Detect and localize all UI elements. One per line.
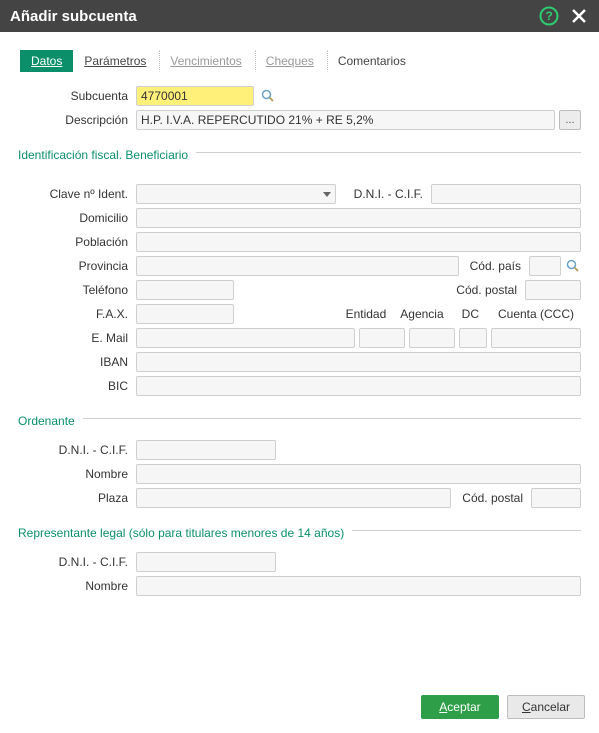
domicilio-input[interactable]	[136, 208, 581, 228]
entidad-input[interactable]	[359, 328, 405, 348]
fax-label: F.A.X.	[18, 307, 136, 321]
representante-dni-input[interactable]	[136, 552, 276, 572]
codpostal-input[interactable]	[525, 280, 581, 300]
help-icon[interactable]: ?	[539, 6, 559, 26]
codpais-label: Cód. país	[459, 259, 529, 273]
cuenta-label: Cuenta (CCC)	[491, 307, 581, 321]
tab-cheques[interactable]: Cheques	[255, 50, 325, 72]
tab-comentarios[interactable]: Comentarios	[327, 50, 417, 72]
email-label: E. Mail	[18, 331, 136, 345]
descripcion-label: Descripción	[18, 113, 136, 127]
dc-input[interactable]	[459, 328, 487, 348]
telefono-input[interactable]	[136, 280, 234, 300]
dni-label: D.N.I. - C.I.F.	[336, 187, 431, 201]
svg-text:?: ?	[545, 9, 552, 23]
ordenante-codpostal-label: Cód. postal	[451, 491, 531, 505]
representante-dni-label: D.N.I. - C.I.F.	[18, 555, 136, 569]
entidad-label: Entidad	[346, 307, 387, 321]
iban-input[interactable]	[136, 352, 581, 372]
dni-input[interactable]	[431, 184, 581, 204]
section-representante-legend: Representante legal (sólo para titulares…	[18, 520, 344, 540]
tab-bar: Datos Parámetros Vencimientos Cheques Co…	[0, 32, 599, 78]
clave-dropdown[interactable]	[136, 184, 336, 204]
domicilio-label: Domicilio	[18, 211, 136, 225]
agencia-input[interactable]	[409, 328, 455, 348]
title-bar: Añadir subcuenta ?	[0, 0, 599, 32]
close-icon[interactable]	[569, 6, 589, 26]
accept-button[interactable]: Aceptar	[421, 695, 499, 719]
window-title: Añadir subcuenta	[10, 8, 539, 25]
telefono-label: Teléfono	[18, 283, 136, 297]
clave-label: Clave nº Ident.	[18, 187, 136, 201]
fax-input[interactable]	[136, 304, 234, 324]
ordenante-codpostal-input[interactable]	[531, 488, 581, 508]
search-icon[interactable]	[565, 258, 581, 274]
ordenante-nombre-input[interactable]	[136, 464, 581, 484]
ordenante-plaza-label: Plaza	[18, 491, 136, 505]
divider	[196, 152, 581, 153]
tab-datos[interactable]: Datos	[20, 50, 73, 72]
section-identificacion-legend: Identificación fiscal. Beneficiario	[18, 142, 188, 162]
representante-nombre-label: Nombre	[18, 579, 136, 593]
agencia-label: Agencia	[400, 307, 443, 321]
search-icon[interactable]	[260, 88, 276, 104]
poblacion-label: Población	[18, 235, 136, 249]
tab-vencimientos[interactable]: Vencimientos	[159, 50, 252, 72]
ordenante-dni-input[interactable]	[136, 440, 276, 460]
codpostal-label: Cód. postal	[456, 283, 525, 297]
ordenante-dni-label: D.N.I. - C.I.F.	[18, 443, 136, 457]
cuenta-input[interactable]	[491, 328, 581, 348]
dialog-footer: Aceptar Cancelar	[0, 685, 599, 733]
iban-label: IBAN	[18, 355, 136, 369]
provincia-label: Provincia	[18, 259, 136, 273]
poblacion-input[interactable]	[136, 232, 581, 252]
ordenante-plaza-input[interactable]	[136, 488, 451, 508]
subcuenta-input[interactable]	[136, 86, 254, 106]
descripcion-more-button[interactable]: ...	[559, 110, 581, 130]
divider	[83, 418, 581, 419]
tab-parametros[interactable]: Parámetros	[73, 50, 157, 72]
cancel-button[interactable]: Cancelar	[507, 695, 585, 719]
dc-label: DC	[462, 307, 479, 321]
subcuenta-label: Subcuenta	[18, 89, 136, 103]
email-input[interactable]	[136, 328, 355, 348]
bic-label: BIC	[18, 379, 136, 393]
section-ordenante-legend: Ordenante	[18, 408, 75, 428]
provincia-input[interactable]	[136, 256, 459, 276]
bic-input[interactable]	[136, 376, 581, 396]
descripcion-input[interactable]	[136, 110, 555, 130]
representante-nombre-input[interactable]	[136, 576, 581, 596]
codpais-input[interactable]	[529, 256, 561, 276]
chevron-down-icon	[323, 192, 331, 197]
ordenante-nombre-label: Nombre	[18, 467, 136, 481]
divider	[352, 530, 581, 531]
